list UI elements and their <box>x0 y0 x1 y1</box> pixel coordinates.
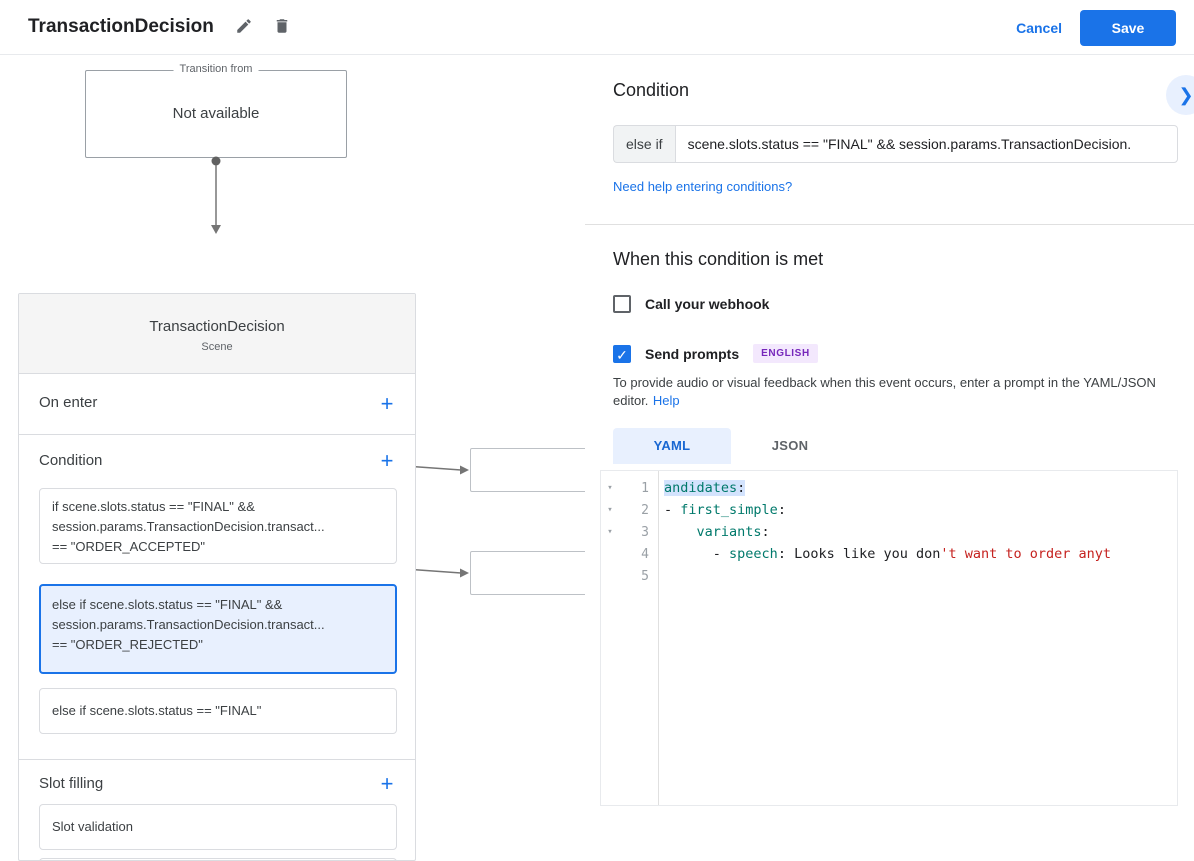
prompt-description: To provide audio or visual feedback when… <box>613 375 1156 408</box>
fold-arrow-icon[interactable]: ▾ <box>601 527 619 537</box>
condition-card-3[interactable]: else if scene.slots.status == "FINAL" <box>39 688 397 734</box>
code-line-1: andidates: <box>664 480 746 496</box>
fold-arrow-icon[interactable]: ▾ <box>601 505 619 515</box>
condition-text: if scene.slots.status == "FINAL" && <box>52 499 255 514</box>
language-badge: ENGLISH <box>753 344 818 363</box>
fold-arrow-icon[interactable]: ▾ <box>601 483 619 493</box>
add-condition-button[interactable]: + <box>375 449 399 473</box>
condition-section-label: Condition <box>39 452 103 469</box>
transition-to-card: Transition to TransactionDecision Scene … <box>18 293 416 861</box>
condition-text: else if scene.slots.status == "FINAL" && <box>52 597 283 612</box>
yaml-code-editor[interactable]: ▾ 1 ▾ 2 ▾ 3 4 5 andidates: - first_simple: … <box>600 470 1178 806</box>
line-number: 4 <box>641 546 649 562</box>
transition-from-label: Transition from <box>173 63 259 75</box>
call-webhook-checkbox[interactable] <box>613 295 631 313</box>
line-number: 5 <box>641 568 649 584</box>
panel-divider <box>585 224 1194 225</box>
cancel-button[interactable]: Cancel <box>1016 0 1062 55</box>
condition-editor-panel: ❯ Condition else if scene.slots.status =… <box>585 55 1194 806</box>
slot-validation-text: Slot validation <box>52 819 133 834</box>
transition-from-box[interactable]: Transition from Not available <box>85 63 347 158</box>
edit-title-button[interactable] <box>226 9 262 45</box>
scene-type: Scene <box>201 341 233 353</box>
transition-from-value: Not available <box>172 105 260 122</box>
transition-target-box-2[interactable] <box>470 551 600 595</box>
when-condition-title: When this condition is met <box>613 249 824 269</box>
save-button[interactable]: Save <box>1080 10 1176 46</box>
condition-expression-input[interactable]: scene.slots.status == "FINAL" && session… <box>674 125 1178 163</box>
topbar: TransactionDecision Cancel Save <box>0 0 1194 55</box>
on-enter-label: On enter <box>39 394 98 411</box>
send-prompts-label: Send prompts <box>645 345 740 362</box>
page-title: TransactionDecision <box>28 16 214 37</box>
scene-canvas: Transition from Not available Transition… <box>0 55 600 861</box>
else-if-chip: else if <box>613 125 675 163</box>
code-line-2: - first_simple: <box>664 502 786 518</box>
plus-icon: + <box>380 771 394 796</box>
code-line-3: variants: <box>696 524 770 540</box>
collapse-panel-button[interactable]: ❯ <box>1166 75 1194 115</box>
editor-tabs: YAML JSON <box>613 428 913 464</box>
panel-condition-title: Condition <box>613 80 690 100</box>
condition-text: else if scene.slots.status == "FINAL" <box>52 703 262 718</box>
add-slot-button[interactable]: + <box>375 772 399 796</box>
tab-json[interactable]: JSON <box>731 428 849 464</box>
scene-name: TransactionDecision <box>149 318 285 335</box>
line-number: 1 <box>641 480 649 496</box>
line-number: 3 <box>641 524 649 540</box>
slot-filling-label: Slot filling <box>39 775 104 792</box>
add-on-enter-button[interactable]: + <box>375 392 399 416</box>
transition-target-box-1[interactable] <box>470 448 600 492</box>
chevron-right-icon: ❯ <box>1178 84 1194 105</box>
condition-text: == "ORDER_ACCEPTED" <box>52 539 205 554</box>
help-link[interactable]: Help <box>653 393 680 408</box>
send-prompts-checkbox[interactable]: ✓ <box>613 344 631 363</box>
line-number: 2 <box>641 502 649 518</box>
condition-text: == "ORDER_REJECTED" <box>52 637 203 652</box>
divider <box>19 759 415 760</box>
plus-icon: + <box>380 448 394 473</box>
delete-scene-button[interactable] <box>264 9 300 45</box>
condition-card-1[interactable]: if scene.slots.status == "FINAL" && sess… <box>39 488 397 564</box>
condition-card-2-selected[interactable]: else if scene.slots.status == "FINAL" &&… <box>39 584 397 674</box>
code-line-4: - speech: Looks like you don't want to o… <box>664 546 1112 562</box>
condition-text: session.params.TransactionDecision.trans… <box>52 617 325 632</box>
pencil-icon <box>235 17 253 38</box>
trash-icon <box>273 17 291 38</box>
check-icon: ✓ <box>616 346 628 363</box>
condition-text: session.params.TransactionDecision.trans… <box>52 519 325 534</box>
plus-icon: + <box>380 391 394 416</box>
editor-content: andidates: - first_simple: variants: - s… <box>659 471 1177 805</box>
tab-yaml[interactable]: YAML <box>613 428 731 464</box>
condition-help-link[interactable]: Need help entering conditions? <box>613 179 792 194</box>
divider <box>19 434 415 435</box>
call-webhook-label: Call your webhook <box>645 296 770 312</box>
slot-validation-card[interactable]: Slot validation <box>39 804 397 850</box>
scene-card-header: TransactionDecision Scene <box>19 294 415 374</box>
editor-gutter: ▾ 1 ▾ 2 ▾ 3 4 5 <box>601 471 659 805</box>
